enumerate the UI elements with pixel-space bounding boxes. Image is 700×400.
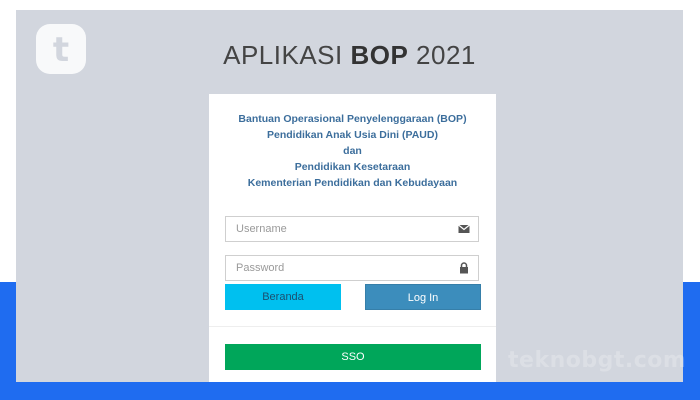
login-page: t APLIKASI BOP 2021 Bantuan Operasional … bbox=[16, 10, 683, 382]
description-line: dan bbox=[343, 145, 362, 157]
description-line: Kementerian Pendidikan dan Kebudayaan bbox=[247, 177, 458, 189]
username-field-wrapper bbox=[225, 216, 479, 242]
app-title: APLIKASI BOP 2021 bbox=[16, 40, 683, 71]
password-field-wrapper bbox=[225, 255, 479, 281]
app-title-bold: BOP bbox=[350, 40, 409, 70]
watermark-text: teknobgt.com bbox=[508, 348, 687, 373]
divider bbox=[209, 326, 496, 327]
description-line: Bantuan Operasional Penyelenggaraan (BOP… bbox=[238, 113, 467, 125]
login-box: Bantuan Operasional Penyelenggaraan (BOP… bbox=[209, 94, 496, 382]
username-input[interactable] bbox=[226, 217, 456, 241]
password-input[interactable] bbox=[226, 256, 456, 280]
beranda-button[interactable]: Beranda bbox=[225, 284, 341, 310]
envelope-icon bbox=[458, 224, 470, 233]
login-button[interactable]: Log In bbox=[365, 284, 481, 310]
app-title-prefix: APLIKASI bbox=[223, 40, 351, 70]
lock-icon bbox=[460, 262, 468, 274]
program-description: Bantuan Operasional Penyelenggaraan (BOP… bbox=[209, 111, 496, 191]
app-title-suffix: 2021 bbox=[408, 40, 476, 70]
description-line: Pendidikan Anak Usia Dini (PAUD) bbox=[267, 129, 438, 141]
sso-button[interactable]: SSO bbox=[225, 344, 481, 370]
description-line: Pendidikan Kesetaraan bbox=[294, 161, 411, 173]
